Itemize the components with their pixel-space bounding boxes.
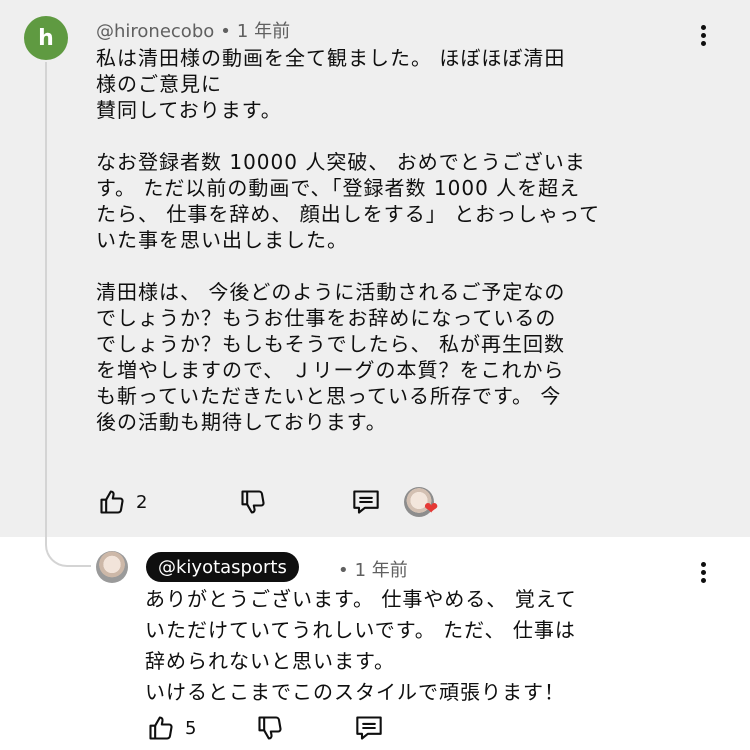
like-button[interactable]: 2 — [96, 488, 147, 516]
commenter-avatar[interactable]: h — [24, 16, 68, 60]
reply-author: @kiyotasports — [158, 556, 287, 578]
comment-actions: 2 — [96, 488, 383, 516]
reply-time[interactable]: 1 年前 — [355, 560, 408, 581]
more-vertical-icon[interactable] — [688, 557, 718, 587]
dislike-button[interactable] — [237, 488, 269, 516]
thread-connector — [45, 537, 91, 567]
comment-author[interactable]: @hironecobo — [96, 21, 214, 42]
dislike-button[interactable] — [254, 714, 286, 742]
thumbs-down-icon — [254, 714, 286, 742]
comment-time[interactable]: 1 年前 — [237, 21, 290, 42]
reply-button[interactable] — [352, 714, 386, 742]
creator-avatar[interactable] — [96, 551, 128, 583]
like-count: 2 — [136, 491, 148, 513]
avatar-letter: h — [38, 25, 54, 51]
reply-meta: • 1 年前 — [332, 556, 408, 582]
creator-author-badge[interactable]: @kiyotasports — [146, 552, 299, 582]
meta-separator: • — [220, 21, 231, 42]
meta-separator: • — [338, 560, 349, 581]
comment-meta: @hironecobo • 1 年前 — [96, 17, 290, 43]
heart-icon: ❤ — [424, 499, 439, 519]
thumbs-up-icon — [96, 488, 128, 516]
thread-line — [45, 62, 47, 538]
reply-comment-icon — [352, 714, 386, 742]
reply-button[interactable] — [349, 488, 383, 516]
reply-actions: 5 — [145, 714, 386, 742]
reply-comment-icon — [349, 488, 383, 516]
comment-text: 私は清田様の動画を全て観ました。 ほぼほぼ清田 様のご意見に 賛同しております。… — [96, 46, 601, 434]
thumbs-up-icon — [145, 714, 177, 742]
like-count: 5 — [185, 717, 197, 739]
creator-heart-badge: ❤ — [404, 487, 444, 521]
like-button[interactable]: 5 — [145, 714, 196, 742]
reply-text: ありがとうございます。 仕事やめる、 覚えて いただけていてうれしいです。 ただ… — [145, 587, 577, 704]
thumbs-down-icon — [237, 488, 269, 516]
